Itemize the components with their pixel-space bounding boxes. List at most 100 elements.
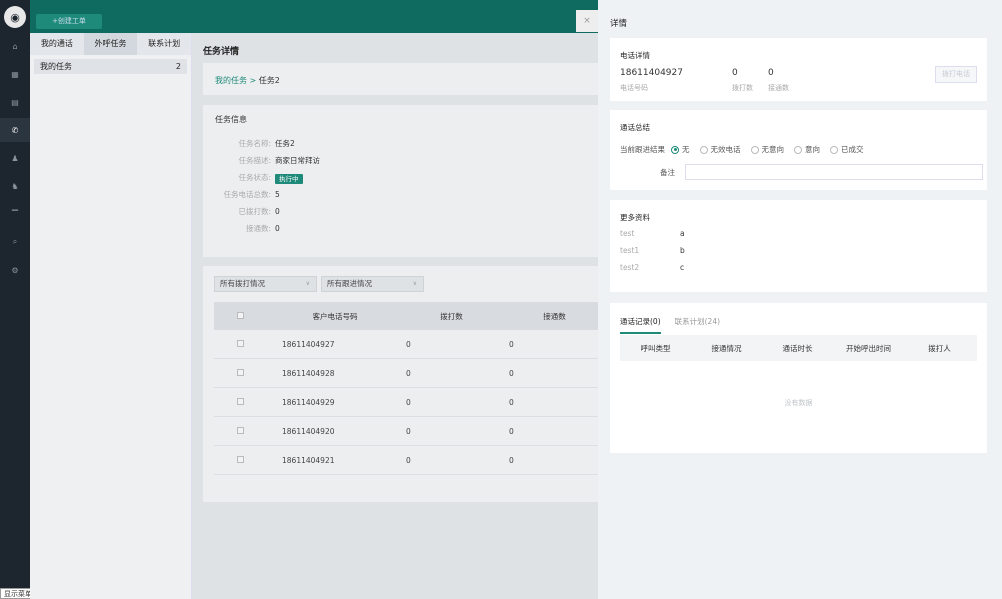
records-panel: 通话记录(0) 联系计划(24) 呼叫类型 接通情况 通话时长 开始呼出时间 拨… xyxy=(610,303,987,453)
cell-connect: 0 xyxy=(509,397,514,407)
remark-input[interactable] xyxy=(685,164,983,180)
phone-detail-heading: 电话详情 xyxy=(620,51,650,60)
call-phone-button[interactable]: 拨打电话 xyxy=(935,66,977,83)
phone-detail-panel: 电话详情 18611404927 电话号码 0 拨打数 0 接通数 拨打电话 xyxy=(610,38,987,101)
more-info-row: test2 c xyxy=(620,263,684,272)
info-row: 接通数: 0 xyxy=(215,220,598,237)
row-checkbox[interactable] xyxy=(237,426,244,434)
new-ticket-button[interactable]: +创建工单 xyxy=(36,14,102,29)
remark-row: 备注 xyxy=(620,164,983,180)
phone-number-label: 电话号码 xyxy=(620,84,648,92)
call-summary-panel: 通话总结 当前跟进结果 无 无效电话 无意向 意向 已成交 备注 xyxy=(610,110,987,190)
cell-phone: 18611404921 xyxy=(282,455,335,465)
customer-list-card: 所有拨打情况 ∨ 所有跟进情况 ∨ 客户电话号码 拨打数 接通数 186114049… xyxy=(203,266,598,502)
cell-dial: 0 xyxy=(406,368,411,378)
radio-dot-icon xyxy=(699,145,708,154)
radio-dot-icon xyxy=(750,145,759,154)
more-info-value: b xyxy=(680,246,685,255)
home-icon[interactable]: ⌂ xyxy=(0,34,30,58)
chart-icon[interactable]: ▔ xyxy=(0,202,30,226)
table-header: 客户电话号码 拨打数 接通数 xyxy=(214,302,598,330)
radio-label: 无 xyxy=(682,145,690,154)
breadcrumb-root-link[interactable]: 我的任务 xyxy=(215,76,247,85)
cell-dial: 0 xyxy=(406,426,411,436)
more-info-heading: 更多资料 xyxy=(620,213,650,222)
row-checkbox[interactable] xyxy=(237,339,244,347)
radio-label: 无效电话 xyxy=(710,145,741,154)
page-title: 任务详情 xyxy=(203,47,240,57)
info-key: 任务电话总数: xyxy=(223,190,271,199)
radio-dot-icon xyxy=(671,145,679,154)
close-drawer-button[interactable]: × xyxy=(576,10,598,32)
cell-dial: 0 xyxy=(406,397,411,407)
row-checkbox[interactable] xyxy=(237,455,244,463)
cell-phone: 18611404928 xyxy=(282,368,335,378)
more-info-key: test xyxy=(620,229,635,238)
info-value: 0 xyxy=(275,224,280,233)
radio-label: 意向 xyxy=(805,145,820,154)
cell-dial: 0 xyxy=(406,339,411,349)
breadcrumb: 我的任务 > 任务2 xyxy=(203,63,598,95)
connect-count-value: 0 xyxy=(768,68,774,78)
info-key: 任务名称: xyxy=(238,139,271,148)
dial-count-value: 0 xyxy=(732,68,738,78)
radio-invalid-phone[interactable]: 无效电话 xyxy=(699,144,741,155)
header-call-duration: 通话时长 xyxy=(782,343,813,353)
radio-dot-icon xyxy=(794,145,802,154)
detail-drawer: 详情 电话详情 18611404927 电话号码 0 拨打数 0 接通数 拨打电… xyxy=(598,0,1002,599)
row-checkbox[interactable] xyxy=(237,368,244,376)
table-row[interactable]: 18611404928 0 0 xyxy=(214,359,598,388)
radio-deal-closed[interactable]: 已成交 xyxy=(830,144,864,155)
row-checkbox[interactable] xyxy=(237,397,244,405)
radio-none[interactable]: 无 xyxy=(671,144,690,155)
status-badge: 执行中 xyxy=(275,173,303,184)
radio-intent[interactable]: 意向 xyxy=(794,144,820,155)
sidebar-item-my-tasks[interactable]: 我的任务 2 xyxy=(34,59,187,74)
info-row: 任务电话总数: 5 xyxy=(215,186,598,203)
follow-status-select[interactable]: 所有跟进情况 ∨ xyxy=(321,276,424,292)
table-row[interactable]: 18611404921 0 0 xyxy=(214,446,598,475)
cell-dial: 0 xyxy=(406,455,411,465)
grid-icon[interactable]: ▦ xyxy=(0,62,30,86)
tab-my-calls[interactable]: 我的通话 xyxy=(30,33,84,55)
header-start-time: 开始呼出时间 xyxy=(846,343,891,353)
phone-icon[interactable]: ✆ xyxy=(0,118,30,142)
search-icon[interactable]: ⌕ xyxy=(0,230,30,254)
sidebar-tabs: 我的通话 外呼任务 联系计划 xyxy=(30,33,191,55)
info-value: 商家日常拜访 xyxy=(275,156,320,165)
dial-count-label: 拨打数 xyxy=(732,84,753,92)
select-value: 所有跟进情况 xyxy=(327,279,372,288)
tab-outbound-tasks[interactable]: 外呼任务 xyxy=(83,33,138,55)
header-connect-count: 接通数 xyxy=(543,311,566,321)
sidebar-item-count: 2 xyxy=(175,62,181,71)
follow-result-label: 当前跟进结果 xyxy=(620,145,665,154)
cell-phone: 18611404929 xyxy=(282,397,335,407)
dial-status-select[interactable]: 所有拨打情况 ∨ xyxy=(214,276,317,292)
connect-count-label: 接通数 xyxy=(768,84,789,92)
select-all-checkbox[interactable] xyxy=(237,311,244,319)
table-row[interactable]: 18611404927 0 0 xyxy=(214,330,598,359)
select-value: 所有拨打情况 xyxy=(220,279,265,288)
radio-no-intent[interactable]: 无意向 xyxy=(750,144,784,155)
info-value: 0 xyxy=(275,207,280,216)
cell-connect: 0 xyxy=(509,455,514,465)
info-value: 任务2 xyxy=(275,139,295,148)
gear-icon[interactable]: ⚙ xyxy=(0,258,30,282)
users-icon[interactable]: ♞ xyxy=(0,174,30,198)
more-info-key: test2 xyxy=(620,263,640,272)
tab-contact-plans[interactable]: 联系计划(24) xyxy=(675,316,720,334)
document-icon[interactable]: ▤ xyxy=(0,90,30,114)
more-info-value: a xyxy=(680,229,685,238)
tab-call-records[interactable]: 通话记录(0) xyxy=(620,316,661,334)
tooth-logo-icon[interactable]: ◉ xyxy=(4,6,26,28)
table-row[interactable]: 18611404929 0 0 xyxy=(214,388,598,417)
table-row[interactable]: 18611404920 0 0 xyxy=(214,417,598,446)
sidebar-item-label: 我的任务 xyxy=(40,62,72,71)
cell-connect: 0 xyxy=(509,368,514,378)
cell-phone: 18611404927 xyxy=(282,339,335,349)
info-key: 任务描述: xyxy=(238,156,271,165)
task-info-card: 任务信息 任务名称: 任务2 任务描述: 商家日常拜访 任务状态: 执行中 任务电话总… xyxy=(203,105,598,257)
tab-contact-plans[interactable]: 联系计划 xyxy=(137,33,191,55)
user-icon[interactable]: ♟ xyxy=(0,146,30,170)
breadcrumb-current: 任务2 xyxy=(258,76,280,85)
